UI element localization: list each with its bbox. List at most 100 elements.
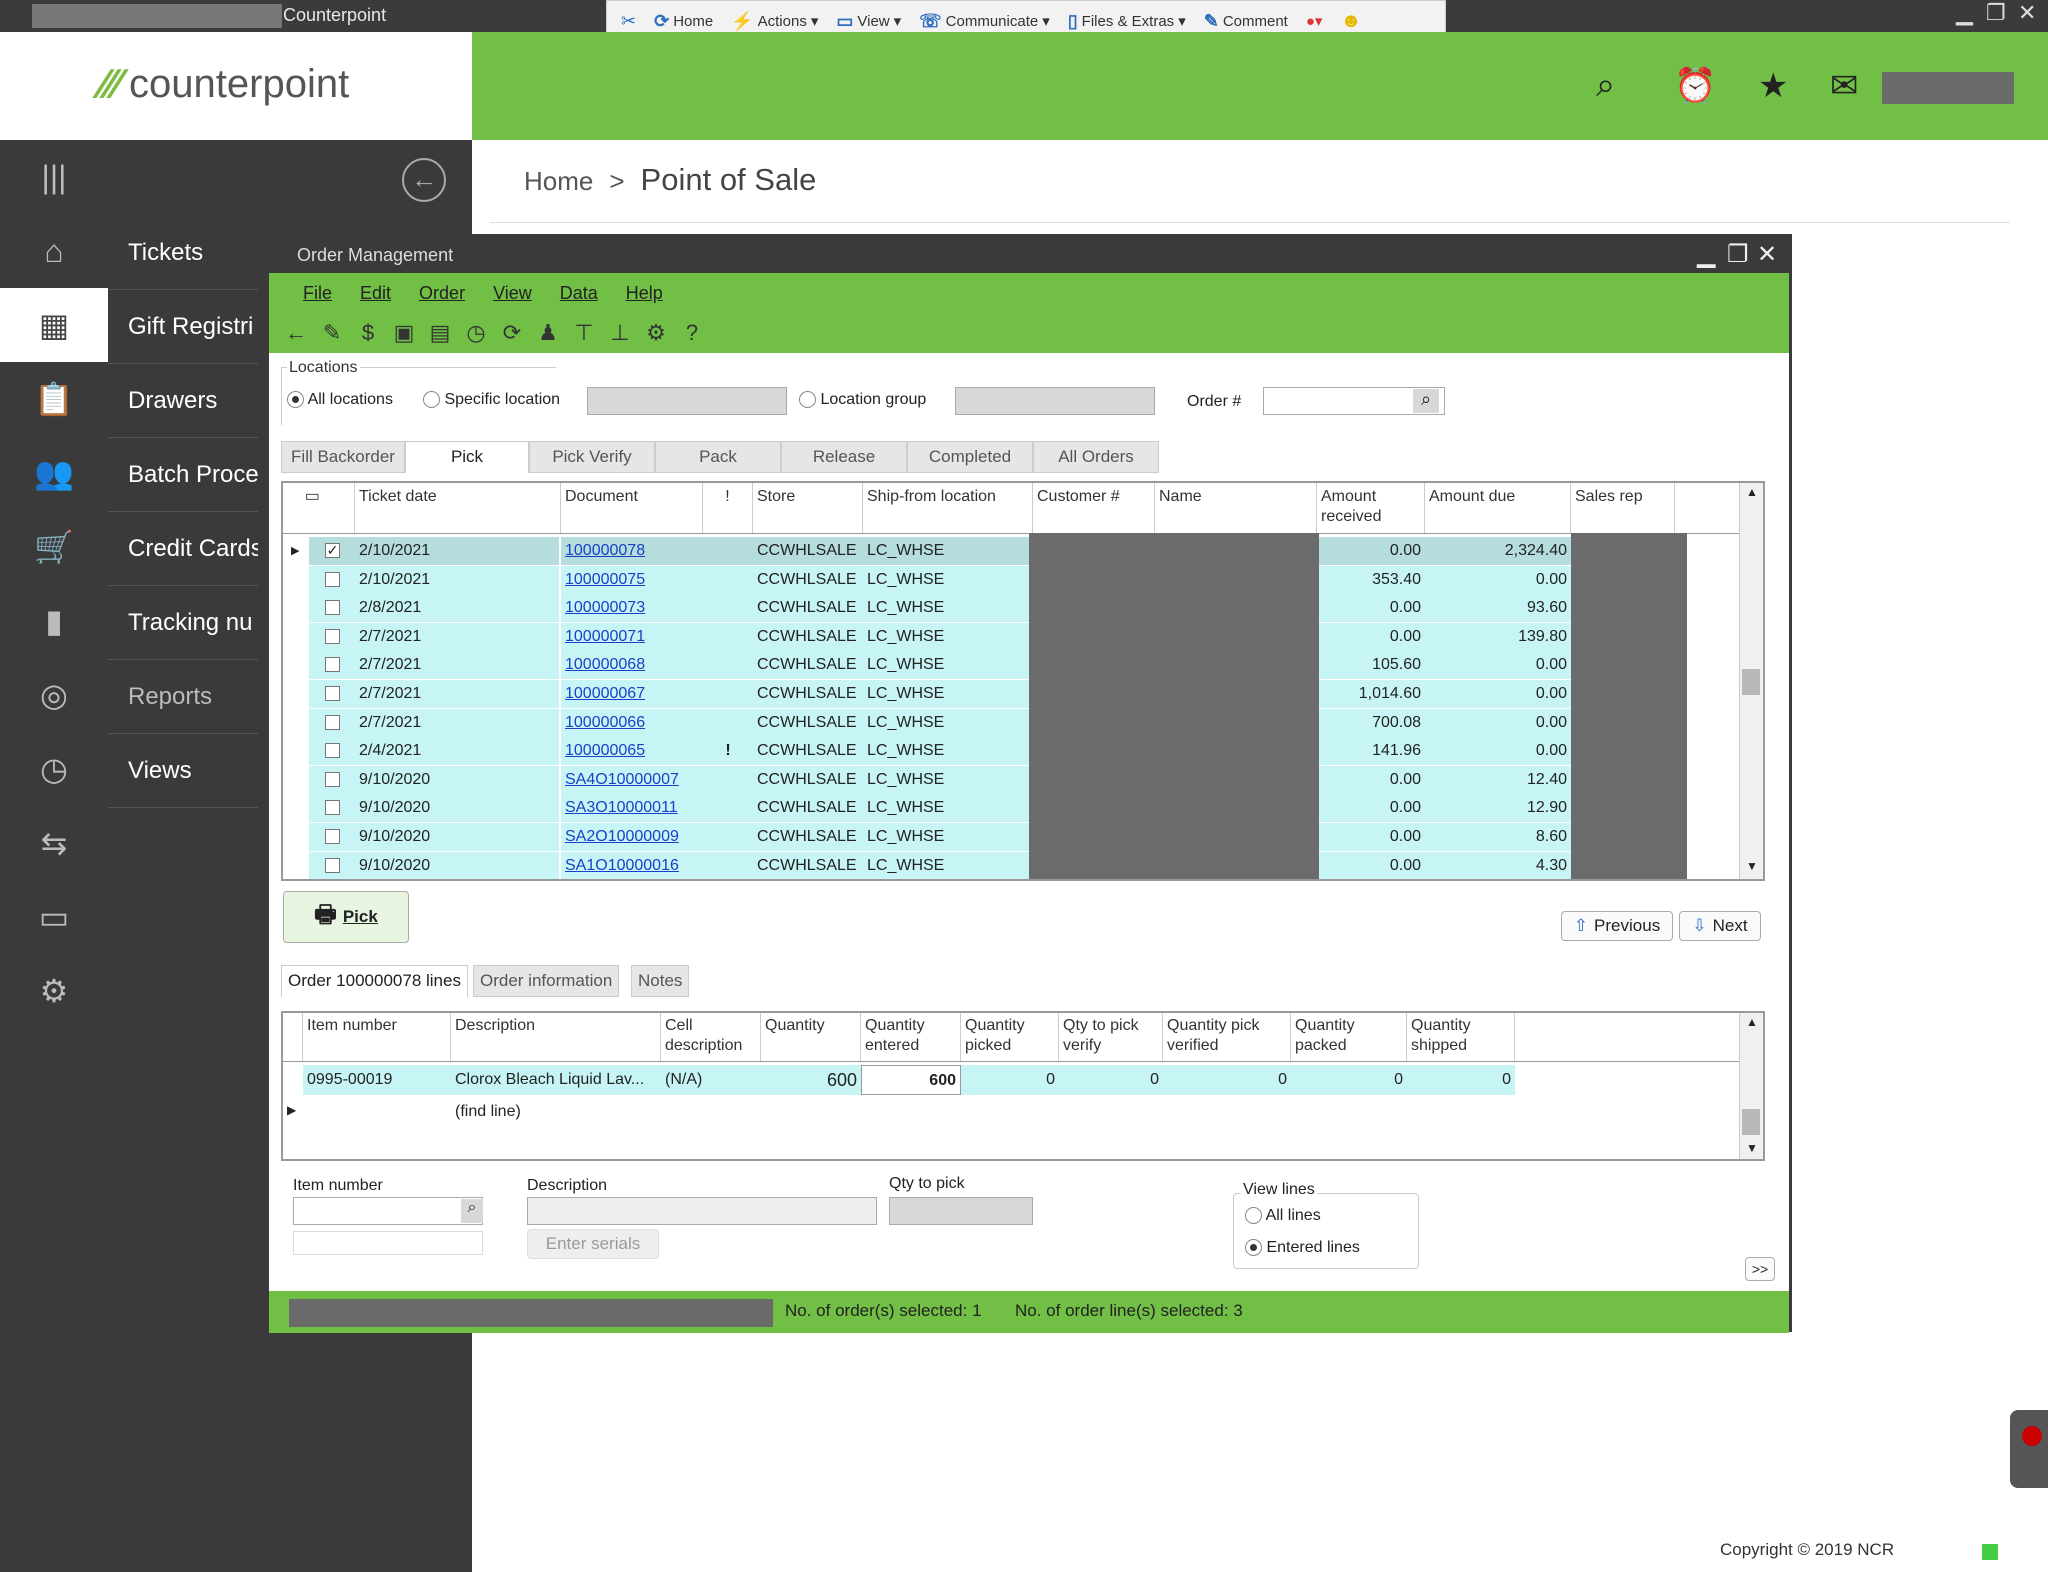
- row-checkbox[interactable]: [325, 686, 340, 701]
- toolbar-files[interactable]: ▯ Files & Extras ▾: [1062, 11, 1192, 32]
- breadcrumb-home[interactable]: Home: [524, 166, 593, 197]
- lcol-item-number[interactable]: Item number: [303, 1013, 451, 1061]
- table-row[interactable]: 2/8/2021 100000073 CCWHLSALE LC_WHSE 0.00 93.…: [283, 594, 1743, 623]
- table-row[interactable]: 9/10/2020 SA2O10000009 CCWHLSALE LC_WHSE 0.0…: [283, 823, 1743, 851]
- back-icon[interactable]: ←: [283, 320, 309, 346]
- document-link[interactable]: 100000071: [561, 622, 703, 651]
- lcol-quantity-picked[interactable]: Quantity picked: [961, 1013, 1059, 1061]
- clipboard-icon[interactable]: 📋: [0, 362, 108, 436]
- document-link[interactable]: 100000073: [561, 594, 703, 623]
- users-icon[interactable]: ♟: [535, 320, 561, 346]
- search-icon[interactable]: ⌕: [461, 1199, 483, 1223]
- nav-views[interactable]: Views: [108, 734, 258, 808]
- table-row[interactable]: ▶ 2/10/2021 100000078 CCWHLSALE LC_WHSE 0.00 2…: [283, 537, 1743, 565]
- document-link[interactable]: 100000078: [561, 537, 703, 565]
- menu-icon[interactable]: |||: [0, 140, 108, 214]
- row-checkbox[interactable]: [325, 857, 340, 873]
- document-link[interactable]: SA3O10000011: [561, 794, 703, 823]
- minimize-button[interactable]: ▁: [1956, 0, 1973, 26]
- tab-notes[interactable]: Notes: [631, 965, 690, 997]
- settings-icon[interactable]: ⚙: [643, 320, 669, 346]
- menu-order[interactable]: Order: [405, 283, 479, 304]
- menu-view[interactable]: View: [479, 283, 546, 304]
- nav-credit-cards[interactable]: Credit Cards: [108, 512, 258, 586]
- alarm-icon[interactable]: ⏰: [1674, 66, 1716, 106]
- previous-button[interactable]: ⇧ Previous: [1561, 911, 1673, 941]
- transfer-icon[interactable]: ⇆: [0, 806, 108, 880]
- description-input[interactable]: [527, 1197, 877, 1225]
- reports-icon[interactable]: ◎: [0, 658, 108, 732]
- row-checkbox[interactable]: [325, 829, 340, 844]
- document-link[interactable]: 100000067: [561, 680, 703, 708]
- help-icon[interactable]: ?: [679, 320, 705, 346]
- table-icon[interactable]: ▤: [427, 320, 453, 346]
- all-locations-radio[interactable]: All locations: [287, 391, 393, 409]
- edit-icon[interactable]: ✎: [319, 320, 345, 346]
- document-link[interactable]: 100000066: [561, 708, 703, 737]
- menu-help[interactable]: Help: [612, 283, 677, 304]
- row-checkbox[interactable]: [325, 600, 340, 616]
- tab-pick[interactable]: Pick: [405, 441, 529, 473]
- nav-reports[interactable]: Reports: [108, 660, 258, 734]
- lcol-qty-to-pick-verify[interactable]: Qty to pick verify: [1059, 1013, 1163, 1061]
- chart-icon[interactable]: ▮: [0, 584, 108, 658]
- pick-button[interactable]: 🖶 Pick: [283, 891, 409, 943]
- table-row[interactable]: 9/10/2020 SA1O10000016 CCWHLSALE LC_WHSE 0.0…: [283, 851, 1743, 879]
- tab-pack[interactable]: Pack: [655, 441, 781, 473]
- back-arrow-icon[interactable]: ←: [402, 158, 446, 202]
- col-flag[interactable]: !: [703, 483, 753, 533]
- lcol-quantity-entered[interactable]: Quantity entered: [861, 1013, 961, 1061]
- om-maximize-button[interactable]: ❐: [1727, 237, 1749, 273]
- record-icon[interactable]: ●▾: [1300, 12, 1329, 30]
- maximize-button[interactable]: ❐: [1986, 0, 2006, 26]
- document-link[interactable]: 100000065: [561, 737, 703, 766]
- enter-serials-button[interactable]: Enter serials: [527, 1229, 659, 1259]
- customers-icon[interactable]: 👥: [0, 436, 108, 510]
- qty-to-pick-input[interactable]: [889, 1197, 1033, 1225]
- nav-drawers[interactable]: Drawers: [108, 364, 258, 438]
- clock-icon[interactable]: ◷: [0, 732, 108, 806]
- mail-icon[interactable]: ✉: [1830, 66, 1859, 106]
- nav-tracking-numbers[interactable]: Tracking nu: [108, 586, 258, 660]
- register-icon[interactable]: ▦: [0, 288, 108, 362]
- dollar-icon[interactable]: $: [355, 320, 381, 346]
- refresh-icon[interactable]: ⟳: [499, 320, 525, 346]
- preview-icon[interactable]: ▣: [391, 320, 417, 346]
- tab-all-orders[interactable]: All Orders: [1033, 441, 1159, 473]
- find-line-row[interactable]: (find line): [455, 1097, 521, 1127]
- home-icon[interactable]: ⌂: [0, 214, 108, 288]
- row-checkbox[interactable]: [325, 657, 340, 673]
- document-link[interactable]: SA2O10000009: [561, 823, 703, 851]
- table-row[interactable]: 2/7/2021 100000068 CCWHLSALE LC_WHSE 105.60 0…: [283, 651, 1743, 680]
- lcol-cell-description[interactable]: Cell description: [661, 1013, 761, 1061]
- laptop-icon[interactable]: ▭: [0, 880, 108, 954]
- table-row[interactable]: 2/7/2021 100000066 CCWHLSALE LC_WHSE 700.08 0…: [283, 708, 1743, 737]
- document-link[interactable]: 100000075: [561, 565, 703, 594]
- tool-icon[interactable]: ✂: [615, 11, 642, 32]
- tab-pick-verify[interactable]: Pick Verify: [529, 441, 655, 473]
- row-checkbox[interactable]: [325, 771, 340, 787]
- cart-icon[interactable]: 🛒: [0, 510, 108, 584]
- toolbar-actions[interactable]: ⚡ Actions ▾: [725, 11, 824, 32]
- user-menu[interactable]: [1882, 72, 2014, 104]
- table-row[interactable]: 2/10/2021 100000075 CCWHLSALE LC_WHSE 353.40…: [283, 565, 1743, 594]
- settings-icon[interactable]: ⚙: [0, 954, 108, 1028]
- item-number-input[interactable]: [293, 1197, 483, 1225]
- tab-fill-backorder[interactable]: Fill Backorder: [281, 441, 405, 473]
- all-lines-radio[interactable]: All lines: [1245, 1207, 1321, 1225]
- row-checkbox[interactable]: [325, 714, 340, 730]
- table-row[interactable]: 9/10/2020 SA3O10000011 CCWHLSALE LC_WHSE 0.0…: [283, 794, 1743, 823]
- clear-filter-icon[interactable]: ⊥: [607, 320, 633, 346]
- menu-data[interactable]: Data: [546, 283, 612, 304]
- toolbar-communicate[interactable]: ☏ Communicate ▾: [913, 11, 1056, 32]
- row-checkbox[interactable]: [325, 743, 340, 759]
- document-link[interactable]: 100000068: [561, 651, 703, 680]
- row-checkbox[interactable]: [325, 800, 340, 816]
- tab-release[interactable]: Release: [781, 441, 907, 473]
- expand-button[interactable]: >>: [1745, 1257, 1775, 1281]
- col-customer[interactable]: Customer #: [1033, 483, 1155, 533]
- toolbar-view[interactable]: ▭ View ▾: [830, 11, 907, 32]
- lcol-description[interactable]: Description: [451, 1013, 661, 1061]
- nav-gift-registries[interactable]: Gift Registri: [108, 290, 258, 364]
- smiley-icon[interactable]: ☻: [1334, 10, 1367, 33]
